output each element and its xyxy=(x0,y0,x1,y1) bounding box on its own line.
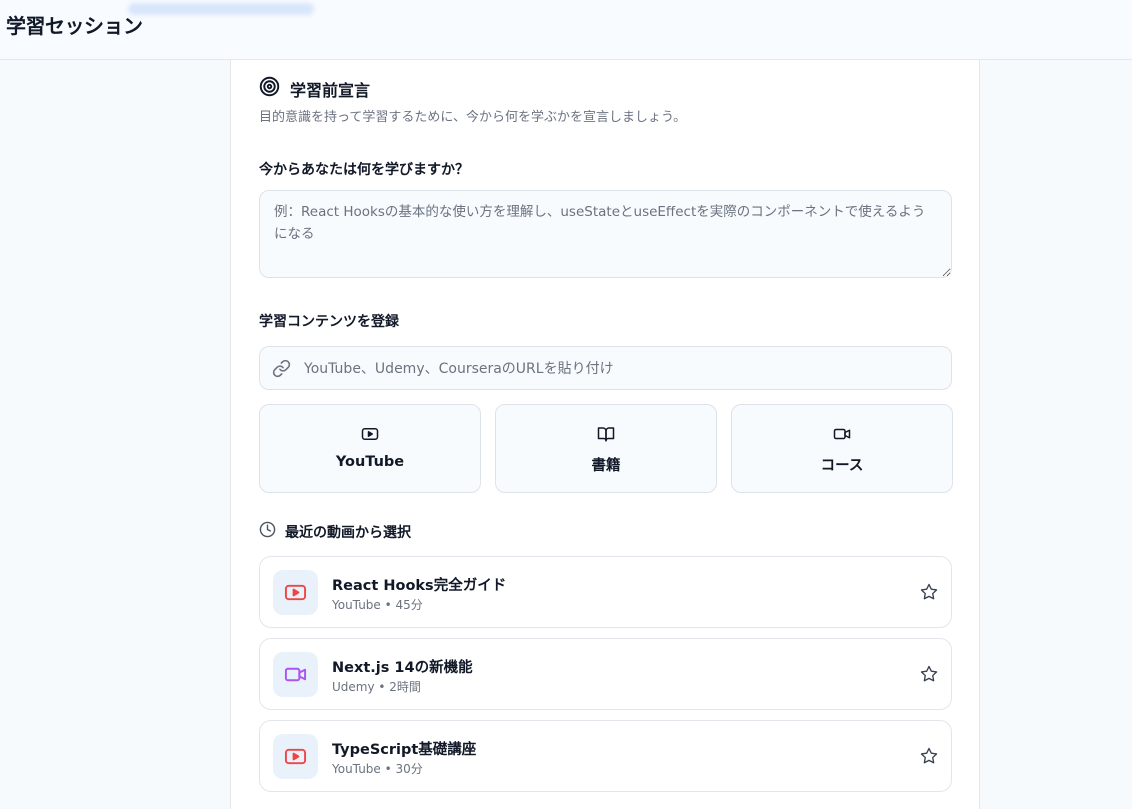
video-title: Next.js 14の新機能 xyxy=(332,660,473,676)
book-type-label: 書籍 xyxy=(591,458,621,474)
star-icon[interactable] xyxy=(920,747,938,769)
list-item[interactable]: TypeScript基礎講座 YouTube • 30分 xyxy=(259,720,952,792)
list-item[interactable]: Next.js 14の新機能 Udemy • 2時間 xyxy=(259,638,952,710)
link-icon xyxy=(272,359,291,382)
youtube-type-button[interactable]: YouTube xyxy=(259,404,481,493)
declaration-question-label: 今からあなたは何を学びますか？ xyxy=(259,162,469,178)
star-icon[interactable] xyxy=(920,665,938,687)
video-meta: Udemy • 2時間 xyxy=(332,680,421,694)
video-thumbnail xyxy=(273,734,318,779)
video-title: TypeScript基礎講座 xyxy=(332,742,477,758)
youtube-icon xyxy=(284,748,307,765)
declaration-textarea[interactable] xyxy=(259,190,952,278)
video-camera-icon xyxy=(833,425,851,447)
url-input[interactable] xyxy=(304,357,934,381)
learning-session-card: 学習前宣言 目的意識を持って学習するために、今から何を学ぶかを宣言しましょう。 … xyxy=(230,60,980,809)
youtube-type-label: YouTube xyxy=(335,454,405,470)
video-meta: YouTube • 30分 xyxy=(332,762,423,776)
page-title: 学習セッション xyxy=(6,14,143,38)
youtube-icon xyxy=(361,425,379,447)
recent-videos-header: 最近の動画から選択 xyxy=(259,521,411,542)
video-title: React Hooks完全ガイド xyxy=(332,578,507,594)
video-thumbnail xyxy=(273,652,318,697)
list-item[interactable]: React Hooks完全ガイド YouTube • 45分 xyxy=(259,556,952,628)
top-bar: 学習セッション xyxy=(0,0,1132,60)
declaration-subtitle: 目的意識を持って学習するために、今から何を学ぶかを宣言しましょう。 xyxy=(259,110,687,125)
book-type-button[interactable]: 書籍 xyxy=(495,404,717,493)
course-type-label: コース xyxy=(820,458,864,474)
youtube-icon xyxy=(284,584,307,601)
content-register-label: 学習コンテンツを登録 xyxy=(259,314,399,330)
declaration-title: 学習前宣言 xyxy=(290,80,371,100)
video-meta: YouTube • 45分 xyxy=(332,598,423,612)
declaration-header: 学習前宣言 xyxy=(259,76,370,101)
recent-videos-title: 最近の動画から選択 xyxy=(285,524,411,541)
blurred-header-element xyxy=(128,3,314,15)
book-icon xyxy=(597,425,615,447)
video-thumbnail xyxy=(273,570,318,615)
star-icon[interactable] xyxy=(920,583,938,605)
video-camera-icon xyxy=(284,667,307,682)
course-type-button[interactable]: コース xyxy=(731,404,953,493)
target-icon xyxy=(259,76,280,101)
url-field[interactable] xyxy=(259,346,952,390)
clock-icon xyxy=(259,521,276,542)
